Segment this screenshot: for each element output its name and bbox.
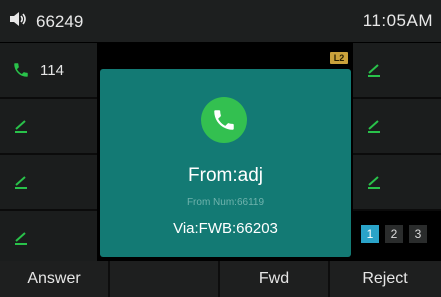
page-indicator: 1 2 3 bbox=[361, 225, 427, 243]
reject-softkey[interactable]: Reject bbox=[330, 261, 440, 297]
incoming-call-popup: From:adj From Num:66119 Via:FWB:66203 bbox=[100, 69, 351, 257]
phone-screen: 66249 11:05AM 114 L2 From:adj From Num:6… bbox=[0, 0, 441, 297]
line-key-icon bbox=[10, 227, 32, 249]
clock: 11:05AM bbox=[362, 11, 433, 30]
line-key-6[interactable] bbox=[353, 99, 441, 155]
page-2-button[interactable]: 2 bbox=[385, 225, 403, 243]
status-bar: 66249 11:05AM bbox=[0, 0, 441, 42]
line-key-3[interactable] bbox=[0, 155, 97, 211]
phone-handset-icon bbox=[10, 59, 32, 81]
page-3-button[interactable]: 3 bbox=[409, 225, 427, 243]
line-key-icon bbox=[10, 171, 32, 193]
line-key-5[interactable] bbox=[353, 43, 441, 99]
via-line: Via:FWB:66203 bbox=[173, 220, 278, 237]
line-key-2[interactable] bbox=[0, 99, 97, 155]
line-badge: L2 bbox=[330, 52, 348, 64]
account-number: 66249 bbox=[36, 11, 84, 31]
line-key-4[interactable] bbox=[0, 211, 97, 267]
line-key-icon bbox=[363, 171, 385, 193]
softkey-bar: Answer Fwd Reject bbox=[0, 261, 441, 297]
line-key-1[interactable]: 114 bbox=[0, 43, 97, 99]
answer-softkey[interactable]: Answer bbox=[0, 261, 110, 297]
caller-name: From:adj bbox=[188, 165, 263, 186]
line-key-icon bbox=[363, 115, 385, 137]
line-key-7[interactable] bbox=[353, 155, 441, 211]
empty-softkey[interactable] bbox=[110, 261, 220, 297]
caller-number: From Num:66119 bbox=[186, 197, 265, 208]
line-key-1-label: 114 bbox=[40, 61, 64, 79]
incoming-call-icon bbox=[201, 97, 247, 143]
page-1-button[interactable]: 1 bbox=[361, 225, 379, 243]
status-left: 66249 bbox=[8, 10, 83, 33]
line-key-icon bbox=[363, 59, 385, 81]
line-key-icon bbox=[10, 115, 32, 137]
speaker-icon bbox=[8, 10, 28, 33]
forward-softkey[interactable]: Fwd bbox=[220, 261, 330, 297]
